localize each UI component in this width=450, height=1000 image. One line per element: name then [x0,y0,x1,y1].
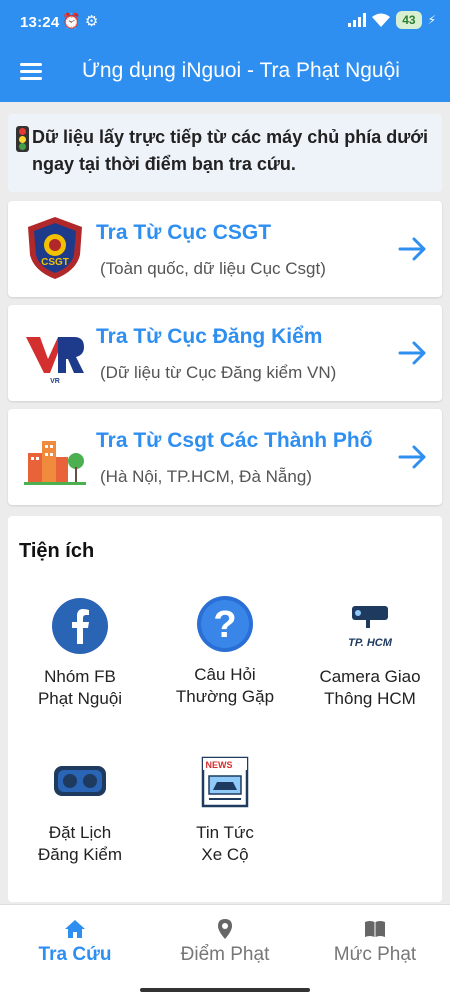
card-title: Tra Từ Cục Đăng Kiểm [96,325,323,348]
app-title: Ứng dụng iNguoi - Tra Phạt Nguội [82,59,400,82]
nav-tra-cuu[interactable]: Tra Cứu [0,905,150,981]
news-icon: NEWS [201,756,249,808]
home-icon [65,920,85,938]
news-icon-text: NEWS [206,760,233,770]
bottom-nav: Tra Cứu Điểm Phạt Mức Phạt [0,904,450,980]
status-time: 13:24 [20,14,60,31]
card-title: Tra Từ Csgt Các Thành Phố [96,429,373,452]
utilities-heading: Tiện ích [19,540,95,562]
util-label: Nhóm FB Phạt Nguội [37,667,123,708]
svg-text:?: ? [213,604,236,646]
camera-icon-text: TP. HCM [348,637,393,649]
notice-text: Dữ liệu lấy trực tiếp từ các máy chủ phí… [32,127,429,174]
csgt-badge-icon: CSGT [28,217,82,279]
book-icon [365,921,385,937]
question-icon: ? [197,596,253,652]
util-label: Câu Hỏi Thường Gặp [175,665,275,706]
app-bar: Ứng dụng iNguoi - Tra Phạt Nguội [0,44,450,102]
signal-icon [348,13,367,27]
wifi-icon [372,13,391,27]
location-pin-icon [218,919,232,939]
nav-label: Mức Phạt [333,944,417,965]
city-buildings-icon [24,441,86,485]
battery-level: 43 [396,11,422,29]
status-right: 43 ⚡ [348,11,436,29]
nav-label: Điểm Phạt [180,944,270,965]
util-label: Camera Giao Thông HCM [319,667,421,708]
util-label: Đặt Lịch Đăng Kiểm [37,823,123,864]
card-title: Tra Từ Cục CSGT [96,221,272,244]
arrow-right-icon [398,237,426,261]
csgt-logo-text: CSGT [41,257,69,268]
traffic-light-icon [16,126,29,152]
card-subtitle: (Dữ liệu từ Cục Đăng kiểm VN) [100,363,337,382]
utilities-section: Tiện ích Nhóm FB Phạt Nguội ? Câu Hỏi Th… [8,516,442,902]
card-subtitle: (Toàn quốc, dữ liệu Cục Csgt) [100,259,326,278]
card-subtitle: (Hà Nội, TP.HCM, Đà Nẵng) [100,467,312,486]
util-fb-group[interactable]: Nhóm FB Phạt Nguội [8,596,152,710]
facebook-icon [52,598,108,654]
util-tin-tuc[interactable]: NEWS Tin Tức Xe Cộ [153,752,297,866]
camera-icon: TP. HCM [348,606,393,649]
status-alarm-settings-icons: ⏰ ⚙ [62,13,99,30]
arrow-right-icon [398,445,426,469]
menu-icon[interactable] [20,60,46,86]
info-notice: Dữ liệu lấy trực tiếp từ các máy chủ phí… [8,114,442,192]
vr-logo-text: VR [50,378,60,385]
card-dang-kiem[interactable]: VR Tra Từ Cục Đăng Kiểm (Dữ liệu từ Cục … [8,305,442,401]
nav-label: Tra Cứu [38,944,112,965]
nav-diem-phat[interactable]: Điểm Phạt [150,905,300,981]
arrow-right-icon [398,341,426,365]
vr-logo-icon: VR [26,337,84,385]
charging-icon: ⚡ [427,13,436,27]
gesture-bar [0,980,450,1000]
util-dat-lich[interactable]: Đặt Lịch Đăng Kiểm [8,752,152,866]
util-camera-hcm[interactable]: TP. HCM Camera Giao Thông HCM [298,596,442,710]
nav-muc-phat[interactable]: Mức Phạt [300,905,450,981]
card-csgt[interactable]: CSGT Tra Từ Cục CSGT (Toàn quốc, dữ liệu… [8,201,442,297]
util-faq[interactable]: ? Câu Hỏi Thường Gặp [153,594,297,708]
vr-goggles-icon [54,766,106,796]
card-thanh-pho[interactable]: Tra Từ Csgt Các Thành Phố (Hà Nội, TP.HC… [8,409,442,505]
util-label: Tin Tức Xe Cộ [196,823,254,864]
status-bar: 13:24 ⏰ ⚙ 43 ⚡ [0,0,450,44]
